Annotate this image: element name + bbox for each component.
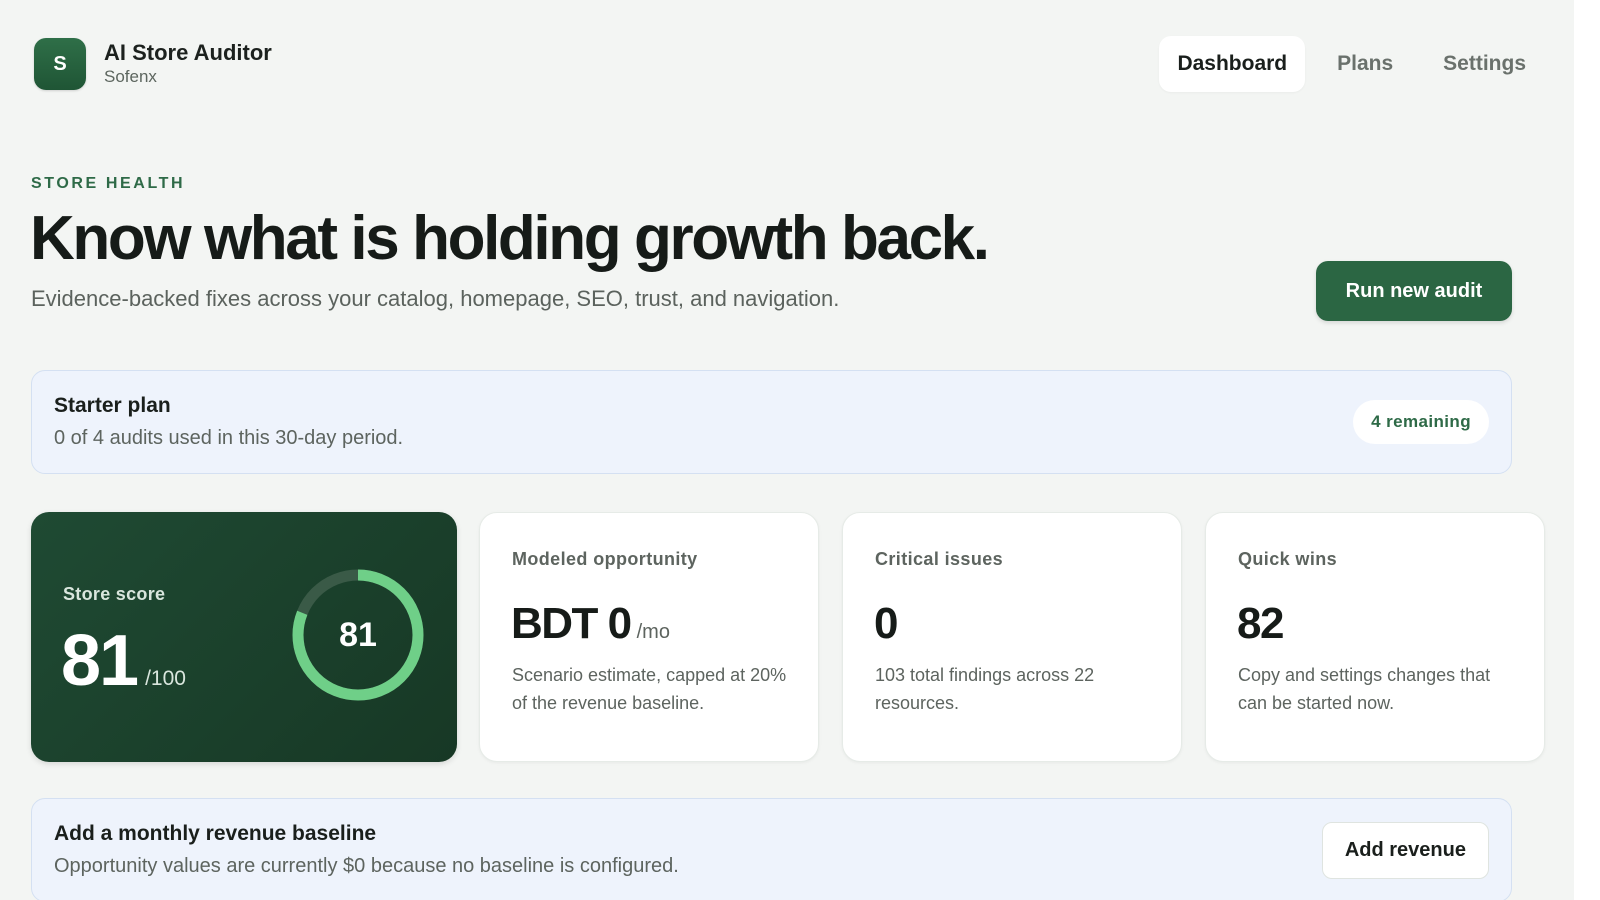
nav-plans[interactable]: Plans: [1319, 36, 1411, 92]
nav-dashboard[interactable]: Dashboard: [1159, 36, 1306, 92]
plan-banner-text: Starter plan 0 of 4 audits used in this …: [54, 392, 403, 452]
store-score-unit: /100: [145, 667, 186, 690]
stat-label: Critical issues: [875, 549, 1004, 569]
stat-suffix: /mo: [636, 621, 670, 643]
stat-label: Modeled opportunity: [512, 549, 698, 569]
revenue-banner-description: Opportunity values are currently $0 beca…: [54, 855, 679, 877]
store-score-card: Store score 81 /100 81: [31, 512, 457, 762]
revenue-banner-text: Add a monthly revenue baseline Opportuni…: [54, 820, 679, 880]
stat-number: 0: [874, 599, 898, 648]
nav-settings[interactable]: Settings: [1425, 36, 1544, 92]
app-name: AI Store Auditor: [104, 40, 272, 65]
app-logo-icon: S: [34, 38, 86, 90]
brand-text: AI Store Auditor Sofenx: [104, 40, 272, 88]
score-ring-value: 81: [339, 615, 377, 654]
main-nav: Dashboard Plans Settings: [1159, 36, 1544, 92]
stat-description: Scenario estimate, capped at 20% of the …: [512, 665, 787, 713]
quick-wins-card: Quick wins 82 Copy and settings changes …: [1205, 512, 1545, 762]
top-header: S AI Store Auditor Sofenx Dashboard Plan…: [34, 36, 1544, 92]
plan-banner: Starter plan 0 of 4 audits used in this …: [31, 370, 1512, 474]
stat-description: Copy and settings changes that can be st…: [1238, 665, 1491, 713]
stat-number: 82: [1237, 599, 1284, 648]
stat-value: 82: [1237, 599, 1284, 649]
plan-usage-text: 0 of 4 audits used in this 30-day period…: [54, 427, 404, 449]
org-name: Sofenx: [104, 67, 157, 86]
store-score-label: Store score: [63, 584, 166, 604]
run-new-audit-button[interactable]: Run new audit: [1316, 261, 1512, 321]
critical-issues-card: Critical issues 0 103 total findings acr…: [842, 512, 1182, 762]
store-score-number: 81: [61, 621, 139, 701]
brand: S AI Store Auditor Sofenx: [34, 38, 272, 90]
page-subtitle: Evidence-backed fixes across your catalo…: [31, 286, 840, 311]
store-score-value: 81 /100: [61, 620, 186, 702]
modeled-opportunity-card: Modeled opportunity BDT 0 /mo Scenario e…: [479, 512, 819, 762]
revenue-baseline-banner: Add a monthly revenue baseline Opportuni…: [31, 798, 1512, 900]
add-revenue-button[interactable]: Add revenue: [1321, 821, 1489, 879]
stat-value: BDT 0 /mo: [511, 599, 670, 649]
page-title: Know what is holding growth back.: [30, 204, 990, 273]
window-edge: [1574, 0, 1600, 900]
stat-description: 103 total findings across 22 resources.: [875, 665, 1095, 713]
section-eyebrow: STORE HEALTH: [31, 175, 186, 192]
stat-value: 0: [874, 599, 898, 649]
stat-label: Quick wins: [1238, 549, 1338, 569]
revenue-banner-title: Add a monthly revenue baseline: [54, 822, 377, 845]
remaining-audits-badge: 4 remaining: [1353, 400, 1489, 444]
stat-number: BDT 0: [511, 599, 632, 648]
plan-title: Starter plan: [54, 394, 171, 417]
